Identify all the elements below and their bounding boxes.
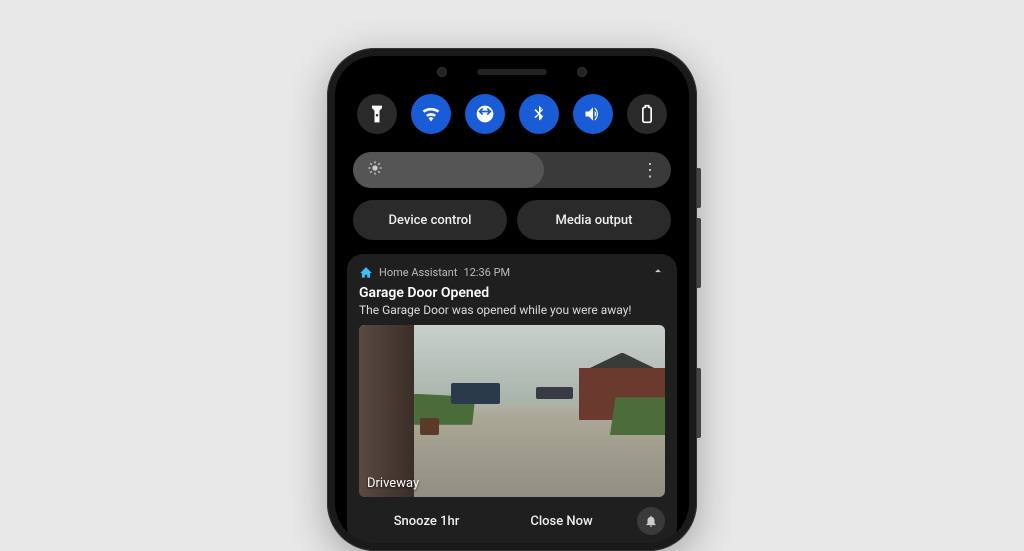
auto-rotate-icon: [475, 104, 495, 124]
phone-volume-up: [697, 218, 701, 288]
bell-icon: [644, 514, 658, 528]
camera-label: Driveway: [367, 476, 419, 491]
notification-app-name: Home Assistant: [379, 266, 457, 279]
battery-saver-toggle[interactable]: [627, 94, 667, 134]
brightness-slider[interactable]: ⋮: [353, 152, 671, 188]
close-now-action[interactable]: Close Now: [494, 514, 629, 529]
sound-toggle[interactable]: [573, 94, 613, 134]
bluetooth-toggle[interactable]: [519, 94, 559, 134]
phone-sensor-dot: [577, 67, 587, 77]
brightness-menu-icon[interactable]: ⋮: [641, 160, 663, 181]
camera-grass-right: [610, 397, 665, 435]
notification-title: Garage Door Opened: [359, 285, 665, 301]
notification-body: The Garage Door was opened while you wer…: [359, 303, 665, 317]
phone-hardware-top: [335, 56, 689, 88]
wifi-icon: [421, 104, 441, 124]
flashlight-icon: [367, 104, 387, 124]
phone-camera-dot: [437, 67, 447, 77]
wifi-toggle[interactable]: [411, 94, 451, 134]
sound-icon: [583, 104, 603, 124]
quick-settings-toggles: [335, 88, 689, 140]
notification-header: Home Assistant 12:36 PM: [359, 264, 665, 281]
phone-frame: ⋮ Device control Media output Home Assis…: [327, 48, 697, 551]
snooze-action[interactable]: Snooze 1hr: [359, 514, 494, 529]
notification-timestamp: 12:36 PM: [463, 266, 510, 279]
camera-left-wall: [359, 325, 414, 497]
camera-snapshot[interactable]: Driveway: [359, 325, 665, 497]
quick-settings-buttons: Device control Media output: [335, 196, 689, 250]
phone-screen: ⋮ Device control Media output Home Assis…: [335, 56, 689, 543]
phone-volume-down: [697, 368, 701, 438]
camera-bin: [420, 418, 438, 435]
camera-truck: [451, 383, 500, 404]
home-assistant-icon: [359, 266, 373, 280]
notification-actions: Snooze 1hr Close Now: [359, 497, 665, 535]
flashlight-toggle[interactable]: [357, 94, 397, 134]
bluetooth-icon: [529, 104, 549, 124]
notification-settings-button[interactable]: [637, 507, 665, 535]
auto-rotate-toggle[interactable]: [465, 94, 505, 134]
notification-card[interactable]: Home Assistant 12:36 PM Garage Door Open…: [347, 254, 677, 543]
device-control-button[interactable]: Device control: [353, 200, 507, 240]
chevron-up-icon[interactable]: [651, 264, 665, 281]
brightness-icon: [367, 160, 383, 180]
media-output-button[interactable]: Media output: [517, 200, 671, 240]
phone-speaker-slot: [477, 69, 547, 75]
camera-car: [536, 387, 573, 399]
phone-power-button: [697, 168, 701, 208]
battery-icon: [637, 104, 657, 124]
